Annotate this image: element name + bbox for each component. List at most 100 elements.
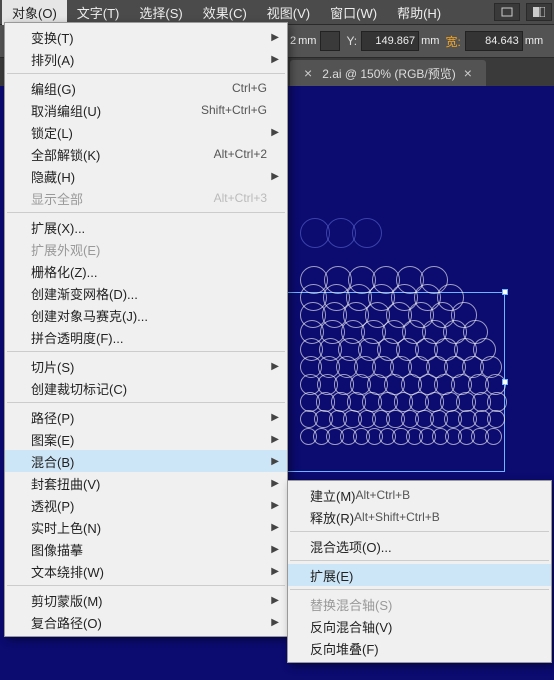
- menu-separator: [7, 73, 285, 74]
- menu-item: 显示全部Alt+Ctrl+3: [5, 187, 287, 209]
- submenu-arrow-icon: ▶: [271, 434, 279, 445]
- w-label: 宽:: [443, 33, 462, 50]
- menu-text[interactable]: 文字(T): [67, 0, 130, 25]
- menu-item[interactable]: 剪切蒙版(M) ▶: [5, 589, 287, 611]
- menu-item-label: 全部解锁(K): [31, 145, 214, 164]
- submenu-item[interactable]: 扩展(E): [288, 564, 551, 586]
- toolbar-button-1[interactable]: [494, 3, 520, 21]
- submenu-arrow-icon: ▶: [271, 566, 279, 577]
- submenu-item-shortcut: Alt+Shift+Ctrl+B: [354, 510, 440, 524]
- menu-item[interactable]: 图案(E) ▶: [5, 428, 287, 450]
- submenu-item[interactable]: 释放(R)Alt+Shift+Ctrl+B: [288, 506, 551, 528]
- menu-item-label: 切片(S): [31, 357, 267, 376]
- tab-prev-close-icon[interactable]: ×: [304, 65, 312, 81]
- menu-help[interactable]: 帮助(H): [387, 0, 451, 25]
- submenu-arrow-icon: ▶: [271, 544, 279, 555]
- menu-separator: [7, 351, 285, 352]
- menu-item[interactable]: 文本绕排(W) ▶: [5, 560, 287, 582]
- submenu-arrow-icon: ▶: [271, 54, 279, 65]
- submenu-item[interactable]: 反向混合轴(V): [288, 615, 551, 637]
- menu-item-label: 扩展外观(E): [31, 240, 267, 259]
- submenu-item-shortcut: Alt+Ctrl+B: [356, 488, 411, 502]
- menu-object[interactable]: 对象(O): [2, 0, 67, 25]
- menu-item[interactable]: 排列(A) ▶: [5, 48, 287, 70]
- menu-item-label: 排列(A): [31, 50, 267, 69]
- menu-item-shortcut: Shift+Ctrl+G: [201, 103, 267, 117]
- menu-item[interactable]: 封套扭曲(V)▶: [5, 472, 287, 494]
- submenu-item[interactable]: 建立(M)Alt+Ctrl+B: [288, 484, 551, 506]
- menu-item-label: 创建对象马赛克(J)...: [31, 306, 267, 325]
- menu-item[interactable]: 隐藏(H) ▶: [5, 165, 287, 187]
- menu-item[interactable]: 路径(P)▶: [5, 406, 287, 428]
- menu-item[interactable]: 实时上色(N) ▶: [5, 516, 287, 538]
- submenu-item[interactable]: 反向堆叠(F): [288, 637, 551, 659]
- submenu-arrow-icon: ▶: [271, 32, 279, 43]
- submenu-item-label: 反向堆叠(F): [310, 639, 379, 658]
- submenu-item: 替换混合轴(S): [288, 593, 551, 615]
- menu-item[interactable]: 锁定(L) ▶: [5, 121, 287, 143]
- submenu-arrow-icon: ▶: [271, 127, 279, 138]
- w-input[interactable]: [465, 31, 523, 51]
- menu-item-label: 锁定(L): [31, 123, 267, 142]
- submenu-arrow-icon: ▶: [271, 522, 279, 533]
- submenu-arrow-icon: ▶: [271, 595, 279, 606]
- hint-circles: [300, 218, 378, 248]
- menu-item-label: 取消编组(U): [31, 101, 201, 120]
- menu-item[interactable]: 变换(T) ▶: [5, 26, 287, 48]
- submenu-item[interactable]: 混合选项(O)...: [288, 535, 551, 557]
- x-stepper[interactable]: [320, 31, 340, 51]
- x-field: 2 mm: [290, 35, 316, 47]
- menu-separator: [290, 589, 549, 590]
- menu-item[interactable]: 透视(P) ▶: [5, 494, 287, 516]
- close-icon[interactable]: ×: [464, 65, 472, 81]
- menu-effect[interactable]: 效果(C): [193, 0, 257, 25]
- menu-item-label: 文本绕排(W): [31, 562, 267, 581]
- submenu-item-label: 释放(R): [310, 508, 354, 527]
- menu-item[interactable]: 图像描摹▶: [5, 538, 287, 560]
- menu-item-label: 创建裁切标记(C): [31, 379, 267, 398]
- y-input[interactable]: [361, 31, 419, 51]
- menu-item[interactable]: 编组(G)Ctrl+G: [5, 77, 287, 99]
- menu-item[interactable]: 创建渐变网格(D)...: [5, 282, 287, 304]
- menu-item[interactable]: 全部解锁(K)Alt+Ctrl+2: [5, 143, 287, 165]
- menu-item-label: 隐藏(H): [31, 167, 267, 186]
- menu-view[interactable]: 视图(V): [257, 0, 320, 25]
- menu-select[interactable]: 选择(S): [129, 0, 192, 25]
- menu-item-label: 扩展(X)...: [31, 218, 267, 237]
- menu-item-label: 变换(T): [31, 28, 267, 47]
- menu-item[interactable]: 扩展(X)...: [5, 216, 287, 238]
- blend-shapes: [300, 266, 520, 486]
- menu-item[interactable]: 切片(S)▶: [5, 355, 287, 377]
- menu-item[interactable]: 栅格化(Z)...: [5, 260, 287, 282]
- menu-item-label: 图案(E): [31, 430, 267, 449]
- menu-item-label: 剪切蒙版(M): [31, 591, 267, 610]
- submenu-item-label: 替换混合轴(S): [310, 595, 392, 614]
- submenu-arrow-icon: ▶: [271, 456, 279, 467]
- menu-item[interactable]: 复合路径(O)▶: [5, 611, 287, 633]
- menu-item-shortcut: Alt+Ctrl+3: [214, 191, 267, 205]
- object-menu: 变换(T)▶排列(A)▶编组(G)Ctrl+G取消编组(U)Shift+Ctrl…: [4, 22, 288, 637]
- menu-item-label: 拼合透明度(F)...: [31, 328, 267, 347]
- menu-item-label: 混合(B): [31, 452, 267, 471]
- menu-item-label: 实时上色(N): [31, 518, 267, 537]
- menu-item[interactable]: 创建对象马赛克(J)...: [5, 304, 287, 326]
- submenu-arrow-icon: ▶: [271, 171, 279, 182]
- toolbar-button-2[interactable]: [526, 3, 552, 21]
- menu-item-label: 创建渐变网格(D)...: [31, 284, 267, 303]
- menu-window[interactable]: 窗口(W): [320, 0, 387, 25]
- menu-item-label: 路径(P): [31, 408, 267, 427]
- y-field: Y: mm: [344, 31, 439, 51]
- submenu-arrow-icon: ▶: [271, 500, 279, 511]
- w-unit: mm: [525, 35, 543, 47]
- menu-item[interactable]: 取消编组(U)Shift+Ctrl+G: [5, 99, 287, 121]
- menu-item[interactable]: 混合(B) ▶: [5, 450, 287, 472]
- menu-item[interactable]: 创建裁切标记(C): [5, 377, 287, 399]
- menu-separator: [290, 531, 549, 532]
- document-tab[interactable]: × 2.ai @ 150% (RGB/预览) ×: [290, 60, 486, 86]
- menu-item-label: 透视(P): [31, 496, 267, 515]
- x-unit: mm: [298, 35, 316, 47]
- tab-title: 2.ai @ 150% (RGB/预览): [322, 65, 456, 82]
- submenu-item-label: 混合选项(O)...: [310, 537, 392, 556]
- menu-item: 扩展外观(E): [5, 238, 287, 260]
- menu-item[interactable]: 拼合透明度(F)...: [5, 326, 287, 348]
